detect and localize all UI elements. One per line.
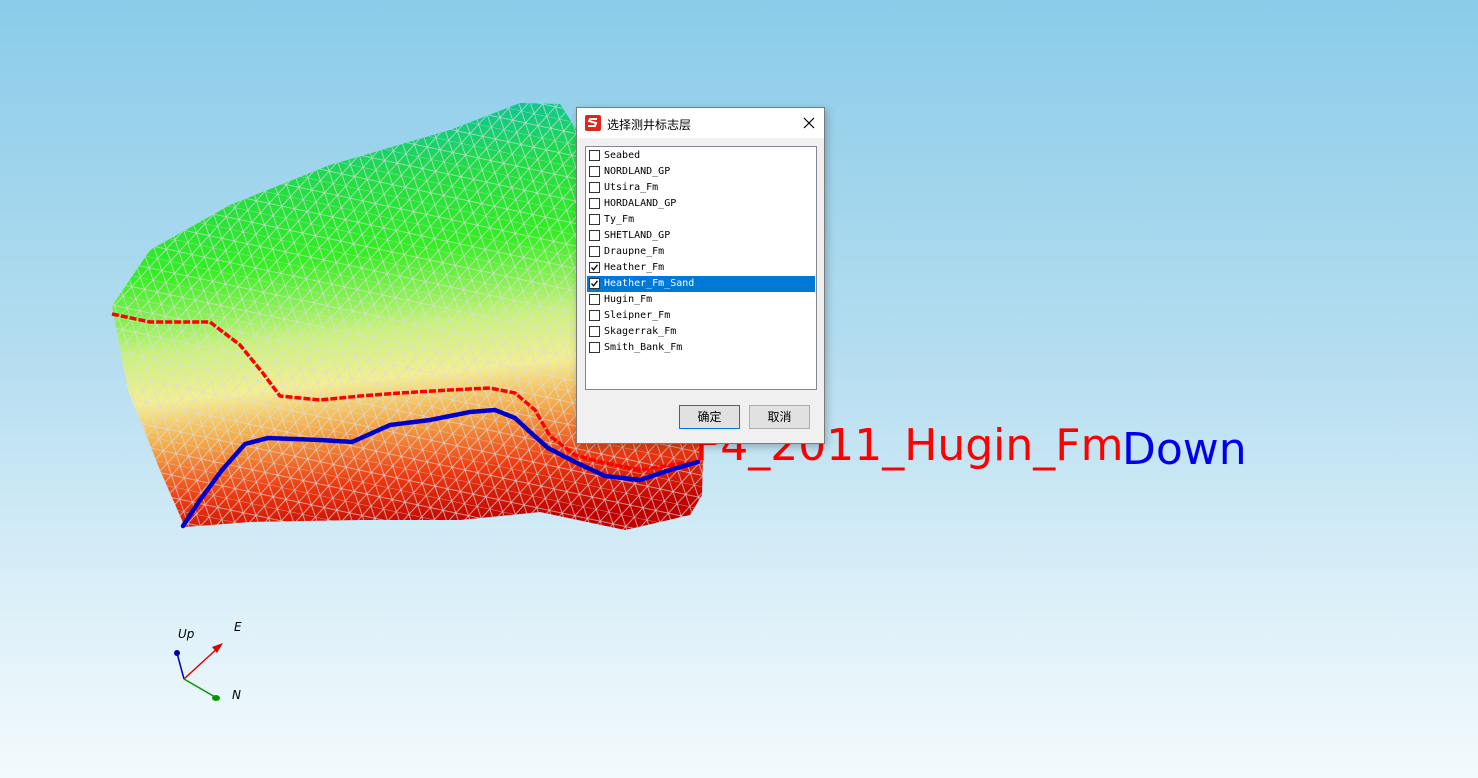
list-item-label: Heather_Fm_Sand [604,278,695,289]
north-axis [183,678,216,698]
list-item[interactable]: Smith_Bank_Fm [587,340,815,356]
checkmark-icon [591,280,599,287]
list-item[interactable]: SHETLAND_GP [587,228,815,244]
list-item-label: Hugin_Fm [604,294,653,305]
east-axis [183,645,221,680]
checkbox[interactable] [589,294,600,305]
list-item-label: NORDLAND_GP [604,166,671,177]
cancel-button[interactable]: 取消 [749,405,810,429]
list-item[interactable]: NORDLAND_GP [587,164,815,180]
close-button[interactable] [794,108,824,138]
list-item-label: Smith_Bank_Fm [604,342,683,353]
list-item-label: Skagerrak_Fm [604,326,677,337]
select-marker-dialog: 选择测井标志层 Seabed NORDLAND_GP Utsira_Fm HORDAL… [576,107,825,444]
well-label-blue: Down [1122,424,1247,475]
marker-list[interactable]: Seabed NORDLAND_GP Utsira_Fm HORDALAND_GP Ty… [585,146,817,390]
checkbox[interactable] [589,166,600,177]
checkbox[interactable] [589,278,600,289]
up-axis-tip [174,650,180,656]
checkbox[interactable] [589,214,600,225]
checkbox[interactable] [589,150,600,161]
up-label: Up [178,627,195,641]
list-item[interactable]: Seabed [587,148,815,164]
close-icon [803,117,815,129]
red-s-logo-icon [585,115,601,131]
list-item[interactable]: Utsira_Fm [587,180,815,196]
list-item-label: Draupne_Fm [604,246,665,257]
orientation-axes: Up E N [174,620,242,702]
up-axis [176,652,185,680]
north-axis-tip [212,695,220,701]
checkbox[interactable] [589,342,600,353]
east-label: E [234,620,242,634]
dialog-title: 选择测井标志层 [607,118,692,132]
list-item-label: SHETLAND_GP [604,230,671,241]
checkmark-icon [591,264,599,271]
list-item-label: Utsira_Fm [604,182,659,193]
list-item[interactable]: Heather_Fm [587,260,815,276]
checkbox[interactable] [589,326,600,337]
dialog-titlebar[interactable]: 选择测井标志层 [577,108,824,138]
checkbox[interactable] [589,182,600,193]
list-item[interactable]: Ty_Fm [587,212,815,228]
list-item-label: HORDALAND_GP [604,198,677,209]
checkbox[interactable] [589,262,600,273]
north-label: N [232,688,241,702]
checkbox[interactable] [589,246,600,257]
list-item[interactable]: Draupne_Fm [587,244,815,260]
list-item-label: Ty_Fm [604,214,635,225]
list-item-label: Sleipner_Fm [604,310,671,321]
list-item[interactable]: Sleipner_Fm [587,308,815,324]
list-item[interactable]: HORDALAND_GP [587,196,815,212]
list-item[interactable]: Heather_Fm_Sand [587,276,815,292]
checkbox[interactable] [589,198,600,209]
list-item-label: Heather_Fm [604,262,665,273]
checkbox[interactable] [589,230,600,241]
list-item[interactable]: Hugin_Fm [587,292,815,308]
list-item-label: Seabed [604,150,641,161]
checkbox[interactable] [589,310,600,321]
ok-button[interactable]: 确定 [679,405,740,429]
list-item[interactable]: Skagerrak_Fm [587,324,815,340]
